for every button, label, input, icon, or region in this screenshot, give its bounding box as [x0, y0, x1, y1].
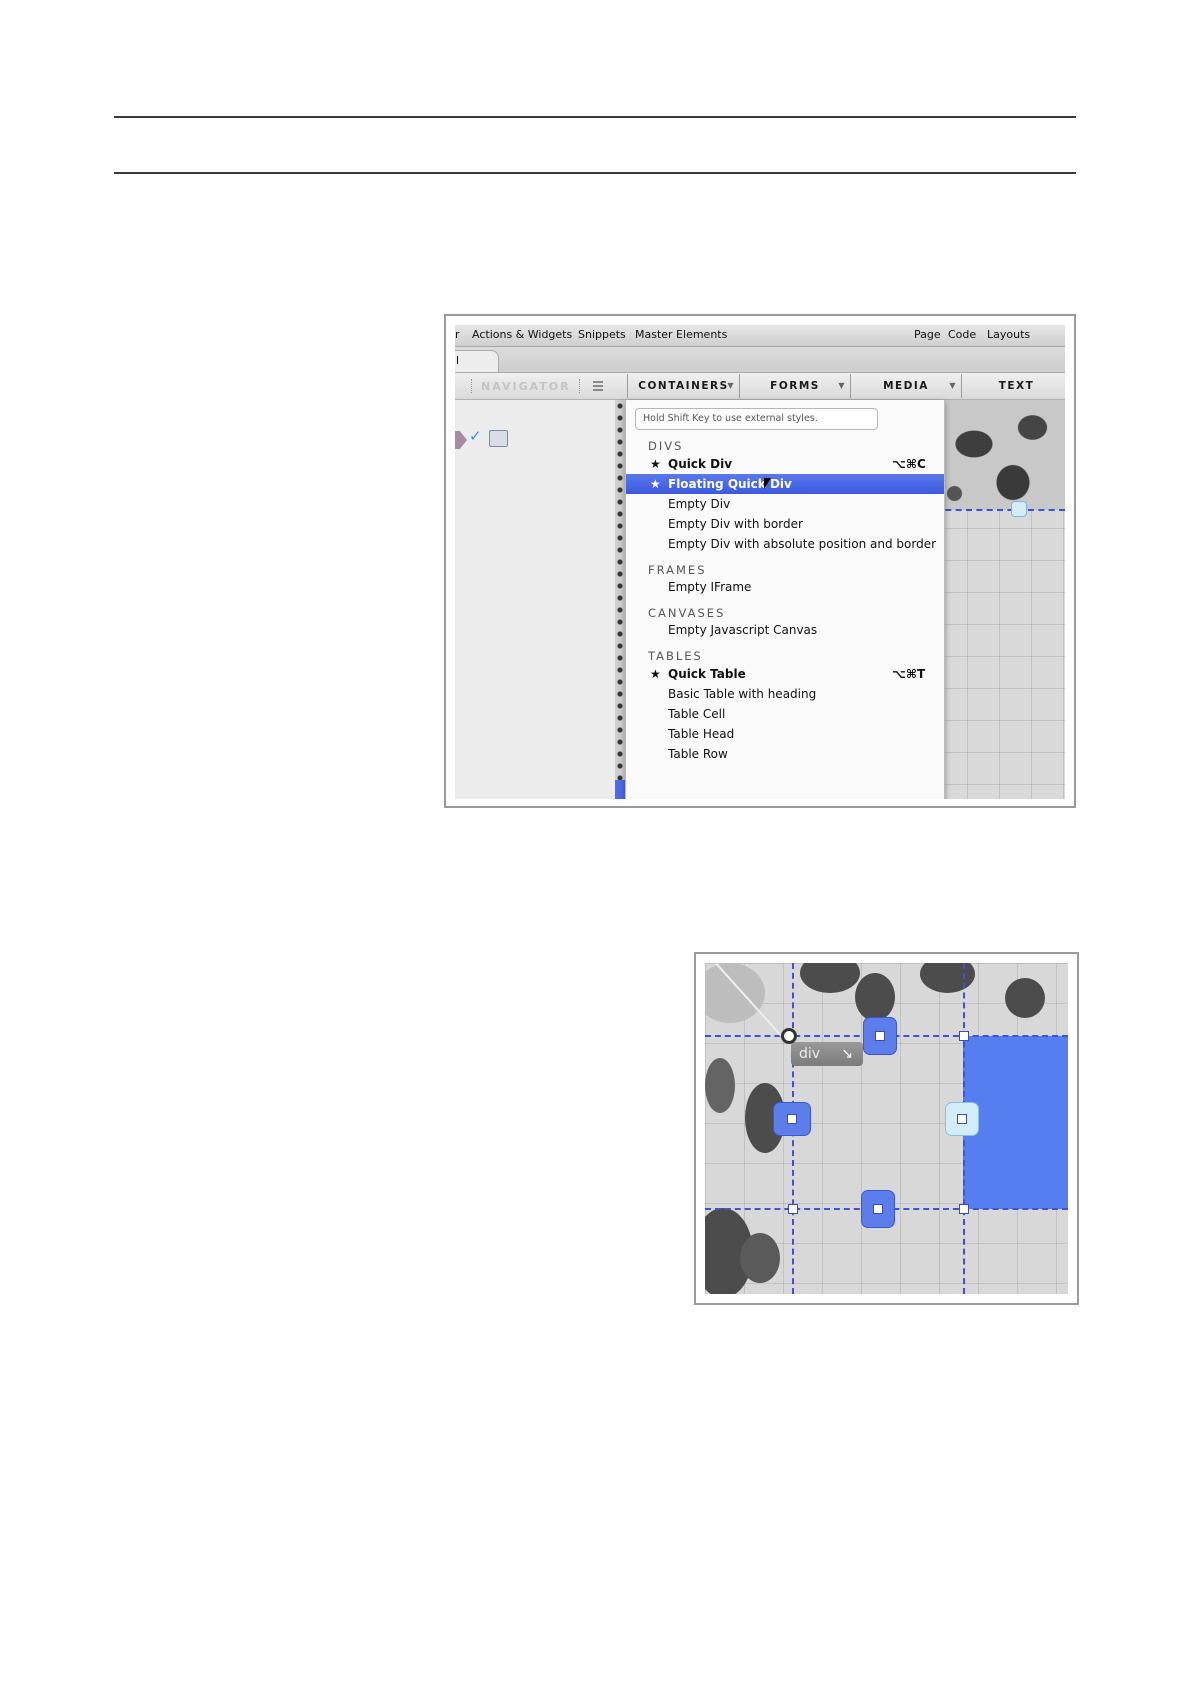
screenshot-figure-canvas: div ↘: [694, 952, 1079, 1305]
list-icon[interactable]: [593, 381, 603, 391]
document-tab[interactable]: l: [455, 350, 499, 372]
handle-square: [787, 1114, 797, 1124]
menu-item-empty-div[interactable]: Empty Div: [626, 494, 944, 514]
dropdown-arrow-icon: ▼: [727, 381, 735, 390]
app-window: r Actions & Widgets Snippets Master Elem…: [455, 325, 1065, 799]
header-rule: [114, 172, 1076, 174]
shortcut: ⌥⌘T: [892, 667, 926, 681]
menu-item-table-row[interactable]: Table Row: [626, 744, 944, 764]
check-icon[interactable]: ✓: [469, 427, 482, 445]
menu-item-table-head[interactable]: Table Head: [626, 724, 944, 744]
damask-pattern: [920, 963, 975, 993]
separator: [471, 379, 472, 393]
navigator-panel: ✓: [455, 400, 616, 799]
menu-item-master-elements[interactable]: Master Elements: [635, 328, 727, 341]
star-icon: ★: [650, 457, 661, 471]
tab-containers[interactable]: CONTAINERS ▼: [627, 374, 739, 398]
tab-text[interactable]: TEXT: [961, 374, 1065, 398]
handle-square: [873, 1204, 883, 1214]
star-icon: ★: [650, 667, 661, 681]
menu-item-label: Table Row: [668, 747, 728, 761]
damask-pattern: [740, 1233, 780, 1283]
menu-item-label: Empty Div with border: [668, 517, 803, 531]
menu-item-label: Basic Table with heading: [668, 687, 817, 701]
separator: [579, 379, 580, 393]
containers-dropdown-menu: Hold Shift Key to use external styles. D…: [625, 400, 945, 799]
menu-heading-frames: FRAMES: [648, 563, 707, 577]
menu-item-label: Empty Div: [668, 497, 731, 511]
tab-forms-label: FORMS: [770, 380, 820, 392]
damask-pattern: [1005, 978, 1045, 1018]
menu-item-truncated[interactable]: r: [455, 328, 460, 341]
design-canvas[interactable]: div ↘: [705, 963, 1068, 1294]
damask-pattern: [855, 973, 895, 1021]
corner-handle[interactable]: [959, 1031, 969, 1041]
navigator-tab[interactable]: NAVIGATOR: [481, 380, 571, 393]
corner-handle[interactable]: [788, 1204, 798, 1214]
div-drag-label[interactable]: div ↘: [791, 1042, 863, 1066]
drag-anchor[interactable]: [781, 1028, 797, 1044]
resize-arrow-icon: ↘: [841, 1046, 853, 1062]
menu-heading-divs: DIVS: [648, 439, 684, 453]
menu-item-label: Table Cell: [668, 707, 726, 721]
menu-item-empty-canvas[interactable]: Empty Javascript Canvas: [626, 620, 944, 640]
menu-item-label: Table Head: [668, 727, 735, 741]
selection-edge: [615, 780, 625, 799]
menu-item-snippets[interactable]: Snippets: [578, 328, 626, 341]
menu-item-empty-div-border[interactable]: Empty Div with border: [626, 514, 944, 534]
star-icon: ★: [650, 477, 661, 491]
menu-item-table-cell[interactable]: Table Cell: [626, 704, 944, 724]
menu-item-page[interactable]: Page: [914, 328, 941, 341]
menu-item-label: Empty Div with absolute position and bor…: [668, 537, 937, 551]
div-label-text: div: [799, 1046, 821, 1062]
menu-item-empty-iframe[interactable]: Empty IFrame: [626, 577, 944, 597]
resize-handle-left[interactable]: [773, 1102, 811, 1136]
menu-item-code[interactable]: Code: [948, 328, 976, 341]
cursor-icon: [764, 478, 771, 489]
menu-item-floating-quick-div[interactable]: ★ Floating Quick Div: [626, 474, 944, 494]
top-rule: [114, 116, 1076, 118]
tab-containers-label: CONTAINERS: [638, 380, 729, 392]
menu-item-label: Floating Quick Div: [668, 477, 792, 491]
handle-square: [875, 1031, 885, 1041]
menu-bar: r Actions & Widgets Snippets Master Elem…: [455, 325, 1065, 347]
menu-item-layouts[interactable]: Layouts: [987, 328, 1030, 341]
damask-pattern: [705, 1058, 735, 1113]
panel-toolbar: NAVIGATOR CONTAINERS ▼ FORMS ▼ MEDIA ▼ T…: [455, 373, 1065, 400]
resize-handle-right[interactable]: [945, 1102, 979, 1136]
menu-item-quick-div[interactable]: ★ Quick Div ⌥⌘C: [626, 454, 944, 474]
damask-pattern: [800, 963, 860, 993]
menu-item-label: Quick Table: [668, 667, 746, 681]
corner-handle[interactable]: [959, 1204, 969, 1214]
tab-forms[interactable]: FORMS ▼: [739, 374, 850, 398]
damask-pattern: [935, 400, 1065, 510]
guide-line: [935, 509, 1065, 511]
handle-square: [957, 1114, 967, 1124]
menu-item-label: Empty Javascript Canvas: [668, 623, 818, 637]
damask-pattern: [615, 400, 625, 799]
damask-pattern: [705, 963, 765, 1023]
shift-key-hint: Hold Shift Key to use external styles.: [635, 408, 878, 430]
screenshot-figure-menu: r Actions & Widgets Snippets Master Elem…: [444, 314, 1076, 808]
menu-item-label: Empty IFrame: [668, 580, 752, 594]
menu-item-quick-table[interactable]: ★ Quick Table ⌥⌘T: [626, 664, 944, 684]
resize-handle-bottom[interactable]: [861, 1190, 895, 1228]
resize-handle[interactable]: [1011, 501, 1027, 517]
tab-media-label: MEDIA: [883, 380, 929, 392]
menu-item-label: Quick Div: [668, 457, 733, 471]
menu-item-empty-div-absolute[interactable]: Empty Div with absolute position and bor…: [626, 534, 944, 554]
document-tab-row: l: [455, 347, 1065, 373]
dropdown-arrow-icon: ▼: [949, 381, 957, 390]
menu-heading-tables: TABLES: [648, 649, 703, 663]
element-box-icon[interactable]: [489, 430, 508, 447]
tag-arrow-icon[interactable]: [455, 431, 467, 449]
tab-media[interactable]: MEDIA ▼: [850, 374, 961, 398]
menu-heading-canvases: CANVASES: [648, 606, 726, 620]
resize-handle-top[interactable]: [863, 1017, 897, 1055]
dropdown-arrow-icon: ▼: [838, 381, 846, 390]
tab-text-label: TEXT: [998, 380, 1035, 392]
menu-item-actions-widgets[interactable]: Actions & Widgets: [472, 328, 572, 341]
menu-item-basic-table[interactable]: Basic Table with heading: [626, 684, 944, 704]
shortcut: ⌥⌘C: [892, 457, 926, 471]
